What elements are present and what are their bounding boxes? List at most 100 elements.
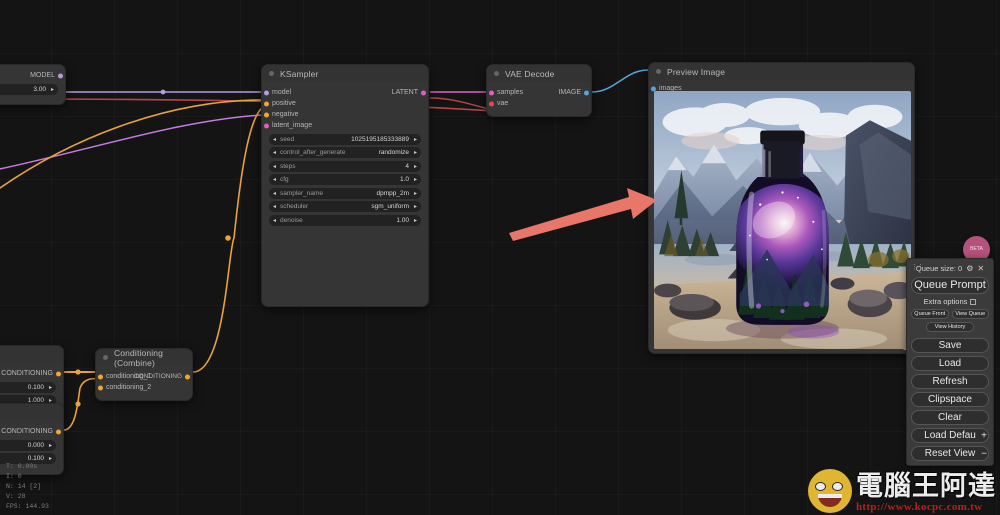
node-output-conditioning[interactable]: CONDITIONING	[0, 368, 63, 379]
conditioning-output-pin-icon[interactable]	[185, 374, 190, 379]
chevron-left-icon[interactable]: ◂	[273, 163, 276, 170]
chevron-left-icon[interactable]: ◂	[273, 217, 276, 224]
node-input-negative[interactable]: negative	[262, 109, 428, 120]
input-label: latent_image	[272, 122, 313, 129]
chevron-right-icon[interactable]: ▸	[414, 203, 417, 210]
chevron-right-icon[interactable]: ▸	[414, 163, 417, 170]
chevron-right-icon[interactable]: ▸	[51, 86, 54, 93]
conditioning-pin-icon[interactable]	[264, 101, 269, 106]
node-title-bar[interactable]: VAE Decode	[487, 65, 591, 82]
queue-view-row: Queue Front View Queue	[911, 309, 989, 319]
conditioning-pin-icon[interactable]	[56, 371, 61, 376]
refresh-button[interactable]: Refresh	[911, 374, 989, 389]
input-label: vae	[497, 100, 509, 107]
node-output-model[interactable]: MODEL	[0, 70, 65, 81]
vae-pin-icon[interactable]	[489, 101, 494, 106]
graph-canvas[interactable]: #13 MODEL ◂ 3.00 ▸ #224 KSampler model	[0, 0, 1000, 515]
widget-cfg[interactable]: ◂ cfg 1.0 ▸	[269, 174, 421, 185]
model-pin-icon[interactable]	[264, 90, 269, 95]
chevron-left-icon[interactable]: ◂	[273, 136, 276, 143]
chevron-left-icon[interactable]: ◂	[273, 149, 276, 156]
reset-view-button[interactable]: Reset View	[911, 446, 989, 461]
node-input-conditioning-2[interactable]: conditioning_2	[96, 382, 192, 393]
extra-options-row[interactable]: Extra options	[911, 297, 989, 306]
chevron-right-icon[interactable]: ▸	[414, 176, 417, 183]
latent-output-pin-icon[interactable]	[421, 90, 426, 95]
widget-start[interactable]: 0.000 ▸	[0, 439, 56, 451]
widget-steps[interactable]: ◂ steps 4 ▸	[269, 160, 421, 172]
widget-denoise[interactable]: ◂ denoise 1.00 ▸	[269, 214, 421, 226]
node-conditioning-combine[interactable]: #60 Conditioning (Combine) conditioning_…	[95, 348, 193, 401]
collapse-dot-icon[interactable]	[269, 71, 274, 76]
latent-pin-icon[interactable]	[264, 123, 269, 128]
widget-value-text: randomize	[378, 149, 409, 156]
comfyui-menu-panel[interactable]: ⋮⋮ Queue size: 0 ⚙ ✕ Queue Prompt Extra …	[906, 258, 994, 466]
chevron-right-icon[interactable]: ▸	[49, 384, 52, 391]
node-ksampler[interactable]: #224 KSampler model LATENT positive nega…	[261, 64, 429, 307]
view-history-button[interactable]: View History	[925, 322, 975, 332]
clear-button[interactable]: Clear	[911, 410, 989, 425]
collapse-dot-icon[interactable]	[656, 69, 661, 74]
clipspace-button[interactable]: Clipspace	[911, 392, 989, 407]
load-button[interactable]: Load	[911, 356, 989, 371]
widget-name: denoise	[280, 216, 303, 224]
chevron-left-icon[interactable]: ◂	[273, 190, 276, 197]
zoom-out-icon[interactable]: −	[981, 448, 987, 459]
collapse-dot-icon[interactable]	[103, 355, 108, 360]
node-output-conditioning[interactable]: CONDITIONING	[0, 426, 63, 437]
view-queue-button[interactable]: View Queue	[951, 309, 989, 319]
node-checkpoint-loader[interactable]: #13 MODEL ◂ 3.00 ▸	[0, 64, 66, 105]
load-default-button[interactable]: Load Defau	[911, 428, 989, 443]
stat-iterations: I: 0	[6, 473, 22, 481]
zoom-in-icon[interactable]: +	[981, 430, 987, 441]
node-title-bar[interactable]: Conditioning (Combine)	[96, 349, 192, 368]
node-title-bar[interactable]: Preview Image	[649, 63, 914, 80]
chevron-right-icon[interactable]: ▸	[49, 442, 52, 449]
widget-control-after-generate[interactable]: ◂ control_after_generate randomize ▸	[269, 147, 421, 158]
chevron-right-icon[interactable]: ▸	[414, 190, 417, 197]
widget-name: cfg	[280, 176, 289, 183]
model-pin-icon[interactable]	[58, 73, 63, 78]
chevron-left-icon[interactable]: ◂	[273, 203, 276, 210]
chevron-right-icon[interactable]: ▸	[414, 149, 417, 156]
node-title-bar[interactable]: KSampler	[262, 65, 428, 82]
conditioning-pin-icon[interactable]	[98, 385, 103, 390]
collapse-dot-icon[interactable]	[494, 71, 499, 76]
close-icon[interactable]: ✕	[977, 264, 984, 273]
widget-value[interactable]: ◂ 3.00 ▸	[0, 83, 58, 95]
node-title-text: VAE Decode	[505, 68, 555, 79]
load-default-row: Load Defau +	[911, 428, 989, 443]
chevron-right-icon[interactable]: ▸	[414, 217, 417, 224]
chevron-right-icon[interactable]: ▸	[414, 136, 417, 143]
widget-scheduler[interactable]: ◂ scheduler sgm_uniform ▸	[269, 201, 421, 212]
widget-value-text: 0.000	[27, 441, 44, 449]
image-output-pin-icon[interactable]	[584, 90, 589, 95]
widget-sampler-name[interactable]: ◂ sampler_name dpmpp_2m ▸	[269, 187, 421, 199]
latent-pin-icon[interactable]	[489, 90, 494, 95]
node-input-vae[interactable]: vae	[487, 98, 591, 109]
node-preview-image[interactable]: #60 Preview Image images	[648, 62, 915, 354]
conditioning-pin-icon[interactable]	[264, 112, 269, 117]
gear-icon[interactable]: ⚙	[966, 264, 973, 273]
drag-handle-icon[interactable]: ⋮⋮	[911, 263, 924, 271]
chevron-right-icon[interactable]: ▸	[49, 455, 52, 462]
conditioning-pin-icon[interactable]	[98, 374, 103, 379]
widget-seed[interactable]: ◂ seed 1025195185333889 ▸	[269, 133, 421, 145]
queue-front-button[interactable]: Queue Front	[911, 309, 949, 319]
save-button[interactable]: Save	[911, 338, 989, 353]
node-input-samples[interactable]: samples IMAGE	[487, 87, 591, 98]
node-input-model[interactable]: model LATENT	[262, 87, 428, 98]
conditioning-pin-icon[interactable]	[56, 429, 61, 434]
node-title-bar[interactable]: pRange	[0, 346, 63, 363]
node-input-positive[interactable]: positive	[262, 98, 428, 109]
node-title-bar[interactable]: pRange	[0, 404, 63, 421]
chevron-left-icon[interactable]: ◂	[273, 176, 276, 183]
widget-start[interactable]: 0.100 ▸	[0, 381, 56, 393]
queue-prompt-button[interactable]: Queue Prompt	[911, 277, 989, 294]
node-input-latent-image[interactable]: latent_image	[262, 120, 428, 131]
widget-name: control_after_generate	[280, 149, 346, 156]
node-input-conditioning-1[interactable]: conditioning_1 CONDITIONING	[96, 371, 192, 382]
node-vae-decode[interactable]: #8 VAE Decode samples IMAGE vae	[486, 64, 592, 117]
generated-image[interactable]	[654, 91, 911, 349]
extra-options-checkbox[interactable]	[970, 298, 977, 305]
